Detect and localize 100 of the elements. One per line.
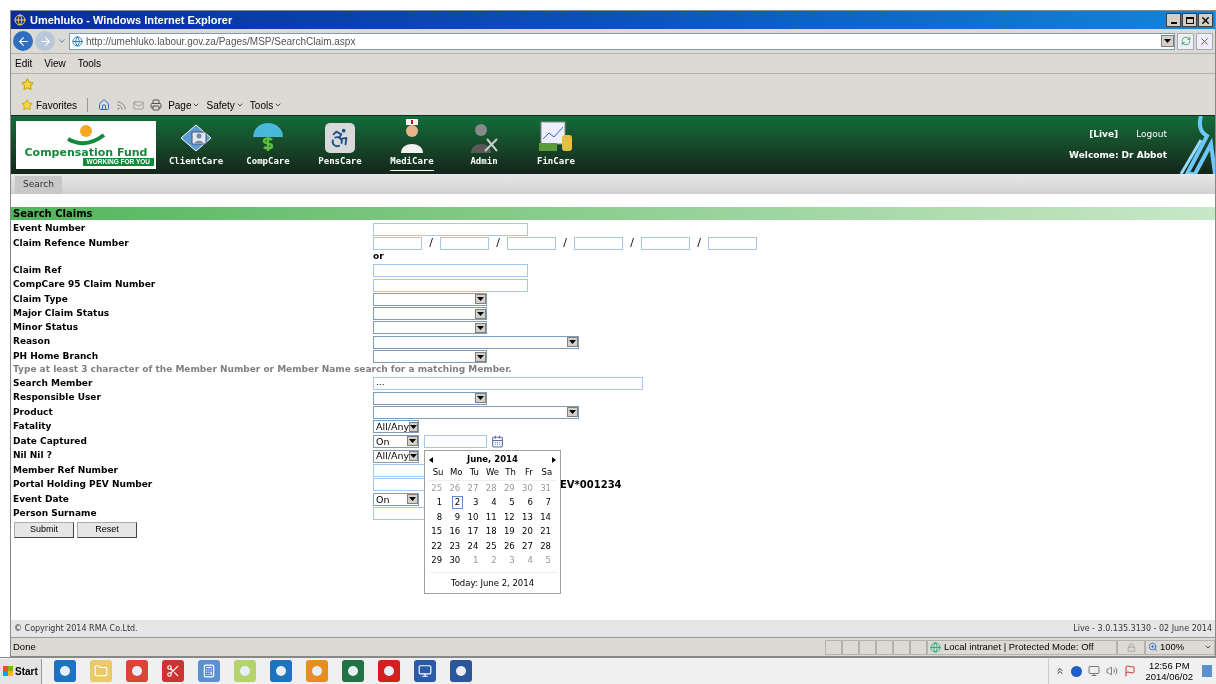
calendar-day[interactable]: 30: [446, 554, 464, 568]
module-tab[interactable]: PensCare: [318, 155, 362, 171]
dropdown-arrow-icon[interactable]: [567, 407, 578, 418]
input-field[interactable]: [373, 236, 422, 250]
close-button[interactable]: [1198, 13, 1213, 27]
calendar-day[interactable]: 28: [537, 539, 554, 553]
dropdown-arrow-icon[interactable]: [475, 351, 486, 362]
calendar-day[interactable]: 22: [428, 539, 446, 553]
calendar-day[interactable]: 11: [482, 510, 500, 524]
dropdown-arrow-icon[interactable]: [475, 393, 486, 404]
dropdown-arrow-icon[interactable]: [567, 337, 578, 348]
calendar-day[interactable]: 3: [470, 496, 482, 510]
logout-link[interactable]: Logout: [1136, 128, 1167, 142]
calendar-day[interactable]: 9: [451, 510, 464, 524]
input-field[interactable]: [507, 236, 556, 250]
calendar-day[interactable]: 4: [488, 496, 500, 510]
dropdown[interactable]: On: [373, 434, 419, 448]
dropdown-arrow-icon[interactable]: [475, 308, 486, 319]
dropdown[interactable]: All/Any: [373, 420, 419, 434]
calendar-day[interactable]: 15: [428, 525, 446, 539]
calendar-day[interactable]: 25: [482, 539, 500, 553]
calendar-day[interactable]: 21: [537, 525, 554, 539]
feeds-icon[interactable]: [116, 99, 128, 111]
module-tab[interactable]: MediCare: [390, 155, 434, 171]
calendar-day[interactable]: 14: [537, 510, 554, 524]
dropdown[interactable]: [373, 391, 487, 405]
dropdown[interactable]: [373, 307, 487, 321]
tray-app-icon[interactable]: [1071, 665, 1083, 677]
calendar-day[interactable]: 7: [542, 496, 554, 510]
input-field[interactable]: [708, 236, 757, 250]
sub-tab[interactable]: Search: [15, 176, 62, 194]
toolbar-menu[interactable]: Safety: [206, 97, 244, 113]
favorites-button[interactable]: Favorites: [21, 97, 78, 113]
calendar-day[interactable]: 13: [519, 510, 536, 524]
today-link[interactable]: Today: June 2, 2014: [450, 576, 535, 590]
dropdown[interactable]: [373, 321, 487, 335]
scissors-icon[interactable]: [161, 660, 184, 682]
network-icon[interactable]: [1088, 665, 1101, 677]
maximize-button[interactable]: [1182, 13, 1197, 27]
dropdown[interactable]: [373, 350, 487, 363]
show-hidden-icons-icon[interactable]: [1055, 666, 1066, 676]
calendar-day[interactable]: 1: [433, 496, 446, 510]
calendar-icon[interactable]: [491, 434, 504, 448]
action-center-icon[interactable]: [1124, 665, 1137, 677]
next-month-icon[interactable]: [552, 456, 556, 463]
dropdown-arrow-icon[interactable]: [407, 494, 418, 505]
zoom-button[interactable]: 100%: [1145, 639, 1215, 655]
dropdown-arrow-icon[interactable]: [409, 451, 419, 461]
remote-desktop-icon[interactable]: [413, 660, 436, 682]
back-button[interactable]: [13, 31, 33, 51]
search-field[interactable]: ...: [373, 377, 643, 391]
input-field[interactable]: [440, 236, 489, 250]
module-tab[interactable]: FinCare: [537, 155, 575, 171]
calendar-day[interactable]: 10: [464, 510, 482, 524]
calendar-day[interactable]: 5: [506, 496, 518, 510]
module-tab[interactable]: CompCare: [246, 155, 290, 171]
print-icon[interactable]: [150, 99, 163, 111]
menu-item[interactable]: View: [44, 56, 66, 71]
dropdown-arrow-icon[interactable]: [475, 294, 486, 305]
calendar-day[interactable]: 8: [433, 510, 446, 524]
form-button[interactable]: Submit: [14, 522, 74, 539]
calendar-day[interactable]: 19: [500, 525, 518, 539]
minimize-button[interactable]: [1166, 13, 1181, 27]
stop-button[interactable]: [1196, 32, 1213, 50]
calculator-icon[interactable]: [197, 660, 220, 682]
dropdown[interactable]: [373, 292, 487, 306]
volume-icon[interactable]: [1106, 665, 1119, 677]
calendar-day[interactable]: 26: [500, 539, 518, 553]
calendar-day[interactable]: 18: [482, 525, 500, 539]
home-icon[interactable]: [98, 99, 111, 111]
calendar-day[interactable]: 24: [464, 539, 482, 553]
form-button[interactable]: Reset: [77, 522, 137, 539]
history-dropdown-icon[interactable]: [57, 36, 67, 46]
calendar-day[interactable]: 27: [519, 539, 536, 553]
toolbar-menu[interactable]: Tools: [249, 97, 283, 113]
module-tab[interactable]: Admin: [470, 155, 498, 171]
calendar-day[interactable]: 12: [500, 510, 518, 524]
calendar-day[interactable]: 29: [428, 554, 446, 568]
calendar-day[interactable]: 16: [446, 525, 464, 539]
calendar-day[interactable]: 20: [519, 525, 536, 539]
dropdown[interactable]: All/Any: [373, 449, 419, 463]
input-field[interactable]: [373, 222, 528, 236]
dropdown-arrow-icon[interactable]: [407, 436, 418, 447]
dropdown-arrow-icon[interactable]: [475, 322, 486, 333]
input-field[interactable]: [641, 236, 690, 250]
previous-month-icon[interactable]: [429, 456, 433, 463]
input-field[interactable]: [424, 434, 487, 448]
menu-item[interactable]: Tools: [77, 56, 102, 71]
input-field[interactable]: [574, 236, 623, 250]
calendar-day[interactable]: 17: [464, 525, 482, 539]
menu-item[interactable]: Edit: [15, 56, 33, 71]
toolbar-menu[interactable]: Page: [168, 97, 201, 113]
address-field[interactable]: http://umehluko.labour.gov.za/Pages/MSP/SearchClaim.aspx: [69, 32, 1175, 50]
input-field[interactable]: [373, 278, 528, 292]
dropdown[interactable]: On: [373, 492, 419, 506]
module-tab[interactable]: ClientCare: [168, 155, 224, 171]
calendar-day[interactable]: 6: [524, 496, 536, 510]
dropdown-arrow-icon[interactable]: [409, 421, 419, 432]
start-button[interactable]: Start: [0, 658, 42, 684]
calendar-day[interactable]: 2: [451, 496, 464, 510]
